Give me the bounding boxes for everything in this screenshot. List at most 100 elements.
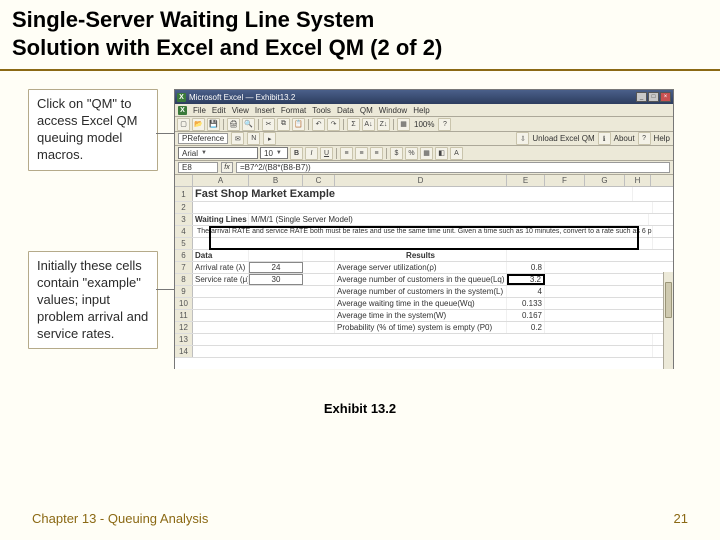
underline-icon[interactable]: U [320,147,333,160]
cell-arrival-rate[interactable]: 24 [249,262,303,273]
cell-active[interactable]: 3.2 [507,274,545,285]
vertical-scrollbar[interactable] [663,272,673,369]
fontcolor-icon[interactable]: A [450,147,463,160]
new-icon[interactable]: ▢ [177,118,190,131]
align-right-icon[interactable]: ≡ [370,147,383,160]
cell[interactable]: M/M/1 (Single Server Model) [249,214,649,225]
row-header[interactable]: 11 [175,310,193,321]
menu-data[interactable]: Data [337,106,354,115]
cell-result-label[interactable]: Average waiting time in the queue(Wq) [335,298,507,309]
help-icon[interactable]: ? [438,118,451,131]
percent-icon[interactable]: % [405,147,418,160]
align-center-icon[interactable]: ≡ [355,147,368,160]
help-qm-icon[interactable]: ? [638,132,651,145]
preview-icon[interactable]: 🔍 [242,118,255,131]
chart-icon[interactable]: ▦ [397,118,410,131]
name-box[interactable]: E8 [178,162,218,173]
cell-result-value[interactable]: 0.8 [507,262,545,273]
row-header[interactable]: 13 [175,334,193,345]
cell[interactable] [193,298,335,309]
row-header[interactable]: 9 [175,286,193,297]
menu-tools[interactable]: Tools [312,106,331,115]
unload-icon[interactable]: ⇩ [516,132,529,145]
col-header[interactable]: C [303,175,335,186]
menu-insert[interactable]: Insert [255,106,275,115]
row-header[interactable]: 2 [175,202,193,213]
cell-result-label[interactable]: Average time in the system(W) [335,310,507,321]
scrollbar-thumb[interactable] [665,282,672,318]
font-combo[interactable]: Arial▼ [178,147,258,159]
paste-icon[interactable]: 📋 [292,118,305,131]
cell-result-label[interactable]: Average server utilization(ρ) [335,262,507,273]
row-header[interactable]: 1 [175,187,193,201]
cell-result-label[interactable]: Average number of customers in the queue… [335,274,507,285]
about-icon[interactable]: ℹ [598,132,611,145]
cell[interactable] [303,274,335,285]
cell-arrival-label[interactable]: Arrival rate (λ) [193,262,249,273]
about-label[interactable]: About [614,134,635,143]
row-header[interactable]: 8 [175,274,193,285]
borders-icon[interactable]: ▦ [420,147,433,160]
menu-window[interactable]: Window [379,106,407,115]
col-header[interactable]: B [249,175,303,186]
cell[interactable]: Results [335,250,507,261]
menu-edit[interactable]: Edit [212,106,226,115]
cell[interactable] [193,310,335,321]
fontsize-combo[interactable]: 10▼ [260,147,288,159]
maximize-button[interactable]: □ [648,92,659,102]
col-header[interactable]: F [545,175,585,186]
bold-icon[interactable]: B [290,147,303,160]
menu-format[interactable]: Format [281,106,306,115]
cell-service-rate[interactable]: 30 [249,274,303,285]
redo-icon[interactable]: ↷ [327,118,340,131]
sum-icon[interactable]: Σ [347,118,360,131]
cell-title[interactable]: Fast Shop Market Example [193,187,633,201]
cell-result-value[interactable]: 4 [507,286,545,297]
mail-icon[interactable]: ✉ [231,132,244,145]
cell-result-label[interactable]: Probability (% of time) system is empty … [335,322,507,333]
unload-label[interactable]: Unload Excel QM [532,134,594,143]
row-header[interactable]: 10 [175,298,193,309]
cell[interactable] [249,250,303,261]
formula-input[interactable]: =B7^2/(B8*(B8-B7)) [236,162,670,173]
normal-icon[interactable]: N [247,132,260,145]
undo-icon[interactable]: ↶ [312,118,325,131]
row-header[interactable]: 7 [175,262,193,273]
zoom-value[interactable]: 100% [412,120,436,129]
help-label[interactable]: Help [654,134,670,143]
menu-help[interactable]: Help [413,106,429,115]
copy-icon[interactable]: ⧉ [277,118,290,131]
open-icon[interactable]: 📂 [192,118,205,131]
sort-desc-icon[interactable]: Z↓ [377,118,390,131]
cell[interactable] [303,262,335,273]
row-header[interactable]: 6 [175,250,193,261]
sort-asc-icon[interactable]: A↓ [362,118,375,131]
cell-result-value[interactable]: 0.2 [507,322,545,333]
italic-icon[interactable]: I [305,147,318,160]
row-header[interactable]: 3 [175,214,193,225]
print-icon[interactable]: 🖨 [227,118,240,131]
currency-icon[interactable]: $ [390,147,403,160]
col-header[interactable]: D [335,175,507,186]
row-header[interactable]: 12 [175,322,193,333]
align-left-icon[interactable]: ≡ [340,147,353,160]
save-icon[interactable]: 💾 [207,118,220,131]
menu-qm[interactable]: QM [360,106,373,115]
cell-result-value[interactable]: 0.167 [507,310,545,321]
cell[interactable] [193,346,653,357]
cell-service-label[interactable]: Service rate (μ) [193,274,249,285]
row-header[interactable]: 4 [175,226,193,237]
col-header[interactable]: H [625,175,651,186]
fx-icon[interactable]: fx [221,162,233,173]
cut-icon[interactable]: ✂ [262,118,275,131]
cell[interactable]: Waiting Lines [193,214,249,225]
step-icon[interactable]: ▸ [263,132,276,145]
cell[interactable] [193,286,335,297]
col-header[interactable]: E [507,175,545,186]
row-header[interactable]: 14 [175,346,193,357]
cell[interactable] [303,250,335,261]
minimize-button[interactable]: _ [636,92,647,102]
col-header[interactable]: A [193,175,249,186]
close-button[interactable]: × [660,92,671,102]
fill-icon[interactable]: ◧ [435,147,448,160]
